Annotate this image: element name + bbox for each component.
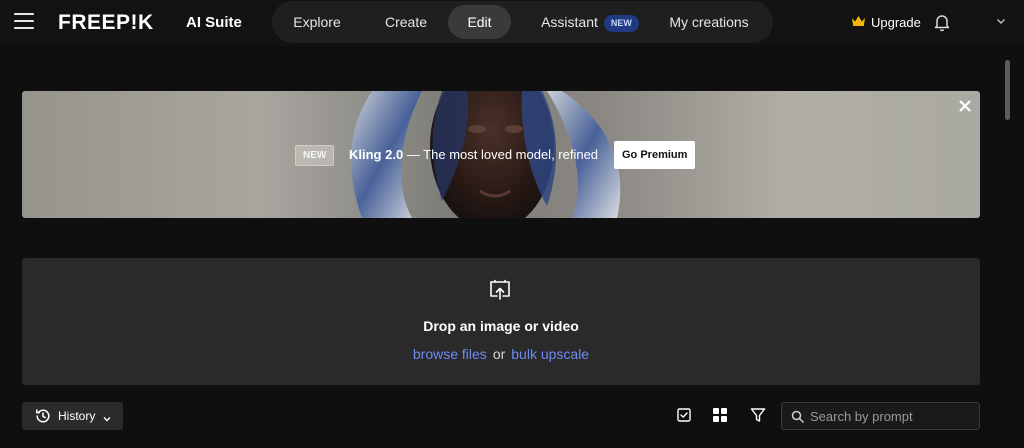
new-badge: NEW bbox=[603, 15, 639, 32]
banner-title-rest: — The most loved model, refined bbox=[403, 147, 599, 162]
filter-icon[interactable] bbox=[749, 406, 767, 424]
bulk-upscale-link[interactable]: bulk upscale bbox=[511, 346, 589, 362]
bell-icon[interactable] bbox=[932, 12, 952, 32]
banner-title-bold: Kling 2.0 bbox=[349, 147, 404, 162]
freepik-logo[interactable]: FREEP!K bbox=[58, 11, 154, 35]
chevron-down-icon bbox=[102, 411, 112, 422]
nav-my-creations-label: My creations bbox=[669, 14, 749, 30]
nav-create[interactable]: Create bbox=[376, 5, 436, 39]
history-icon bbox=[35, 408, 51, 424]
select-icon[interactable] bbox=[675, 406, 693, 424]
search-input[interactable] bbox=[810, 406, 970, 426]
grid-icon[interactable] bbox=[711, 406, 729, 424]
menu-icon[interactable] bbox=[14, 13, 34, 29]
nav-my-creations[interactable]: My creations bbox=[668, 5, 750, 39]
dropzone-links: browse files or bulk upscale bbox=[0, 346, 1002, 362]
nav-create-label: Create bbox=[384, 14, 428, 30]
nav-explore-label: Explore bbox=[293, 14, 341, 30]
history-dropdown[interactable]: History bbox=[22, 402, 123, 430]
history-label: History bbox=[58, 409, 96, 423]
upgrade-label: Upgrade bbox=[871, 15, 921, 30]
or-text: or bbox=[492, 346, 506, 362]
upgrade-button[interactable]: Upgrade bbox=[852, 13, 921, 33]
top-navigation-bar: FREEP!K AI Suite Explore Create Edit Ass… bbox=[0, 0, 1024, 46]
nav-edit-label: Edit bbox=[467, 14, 492, 30]
banner-title: Kling 2.0 — The most loved model, refine… bbox=[349, 147, 598, 162]
main-nav: Explore Create Edit Assistant NEW My crea… bbox=[272, 1, 773, 43]
upload-icon bbox=[488, 279, 512, 301]
dropzone-title: Drop an image or video bbox=[423, 318, 579, 334]
nav-edit[interactable]: Edit bbox=[448, 5, 511, 39]
banner-new-tag: NEW bbox=[295, 145, 335, 166]
nav-assistant[interactable]: Assistant NEW bbox=[534, 5, 646, 39]
ai-suite-label: AI Suite bbox=[186, 14, 242, 31]
search-field[interactable] bbox=[781, 402, 980, 430]
browse-files-link[interactable]: browse files bbox=[413, 346, 487, 362]
crown-icon bbox=[852, 13, 865, 33]
promo-banner[interactable]: NEW Kling 2.0 — The most loved model, re… bbox=[22, 91, 980, 218]
go-premium-button[interactable]: Go Premium bbox=[614, 141, 696, 169]
page: FREEP!K AI Suite Explore Create Edit Ass… bbox=[0, 0, 1024, 448]
nav-explore[interactable]: Explore bbox=[286, 5, 348, 39]
search-icon bbox=[791, 410, 804, 423]
close-icon[interactable] bbox=[956, 97, 974, 115]
chevron-down-icon[interactable] bbox=[994, 14, 1008, 28]
scrollbar-thumb[interactable] bbox=[1005, 60, 1010, 120]
nav-assistant-label: Assistant bbox=[541, 14, 598, 30]
